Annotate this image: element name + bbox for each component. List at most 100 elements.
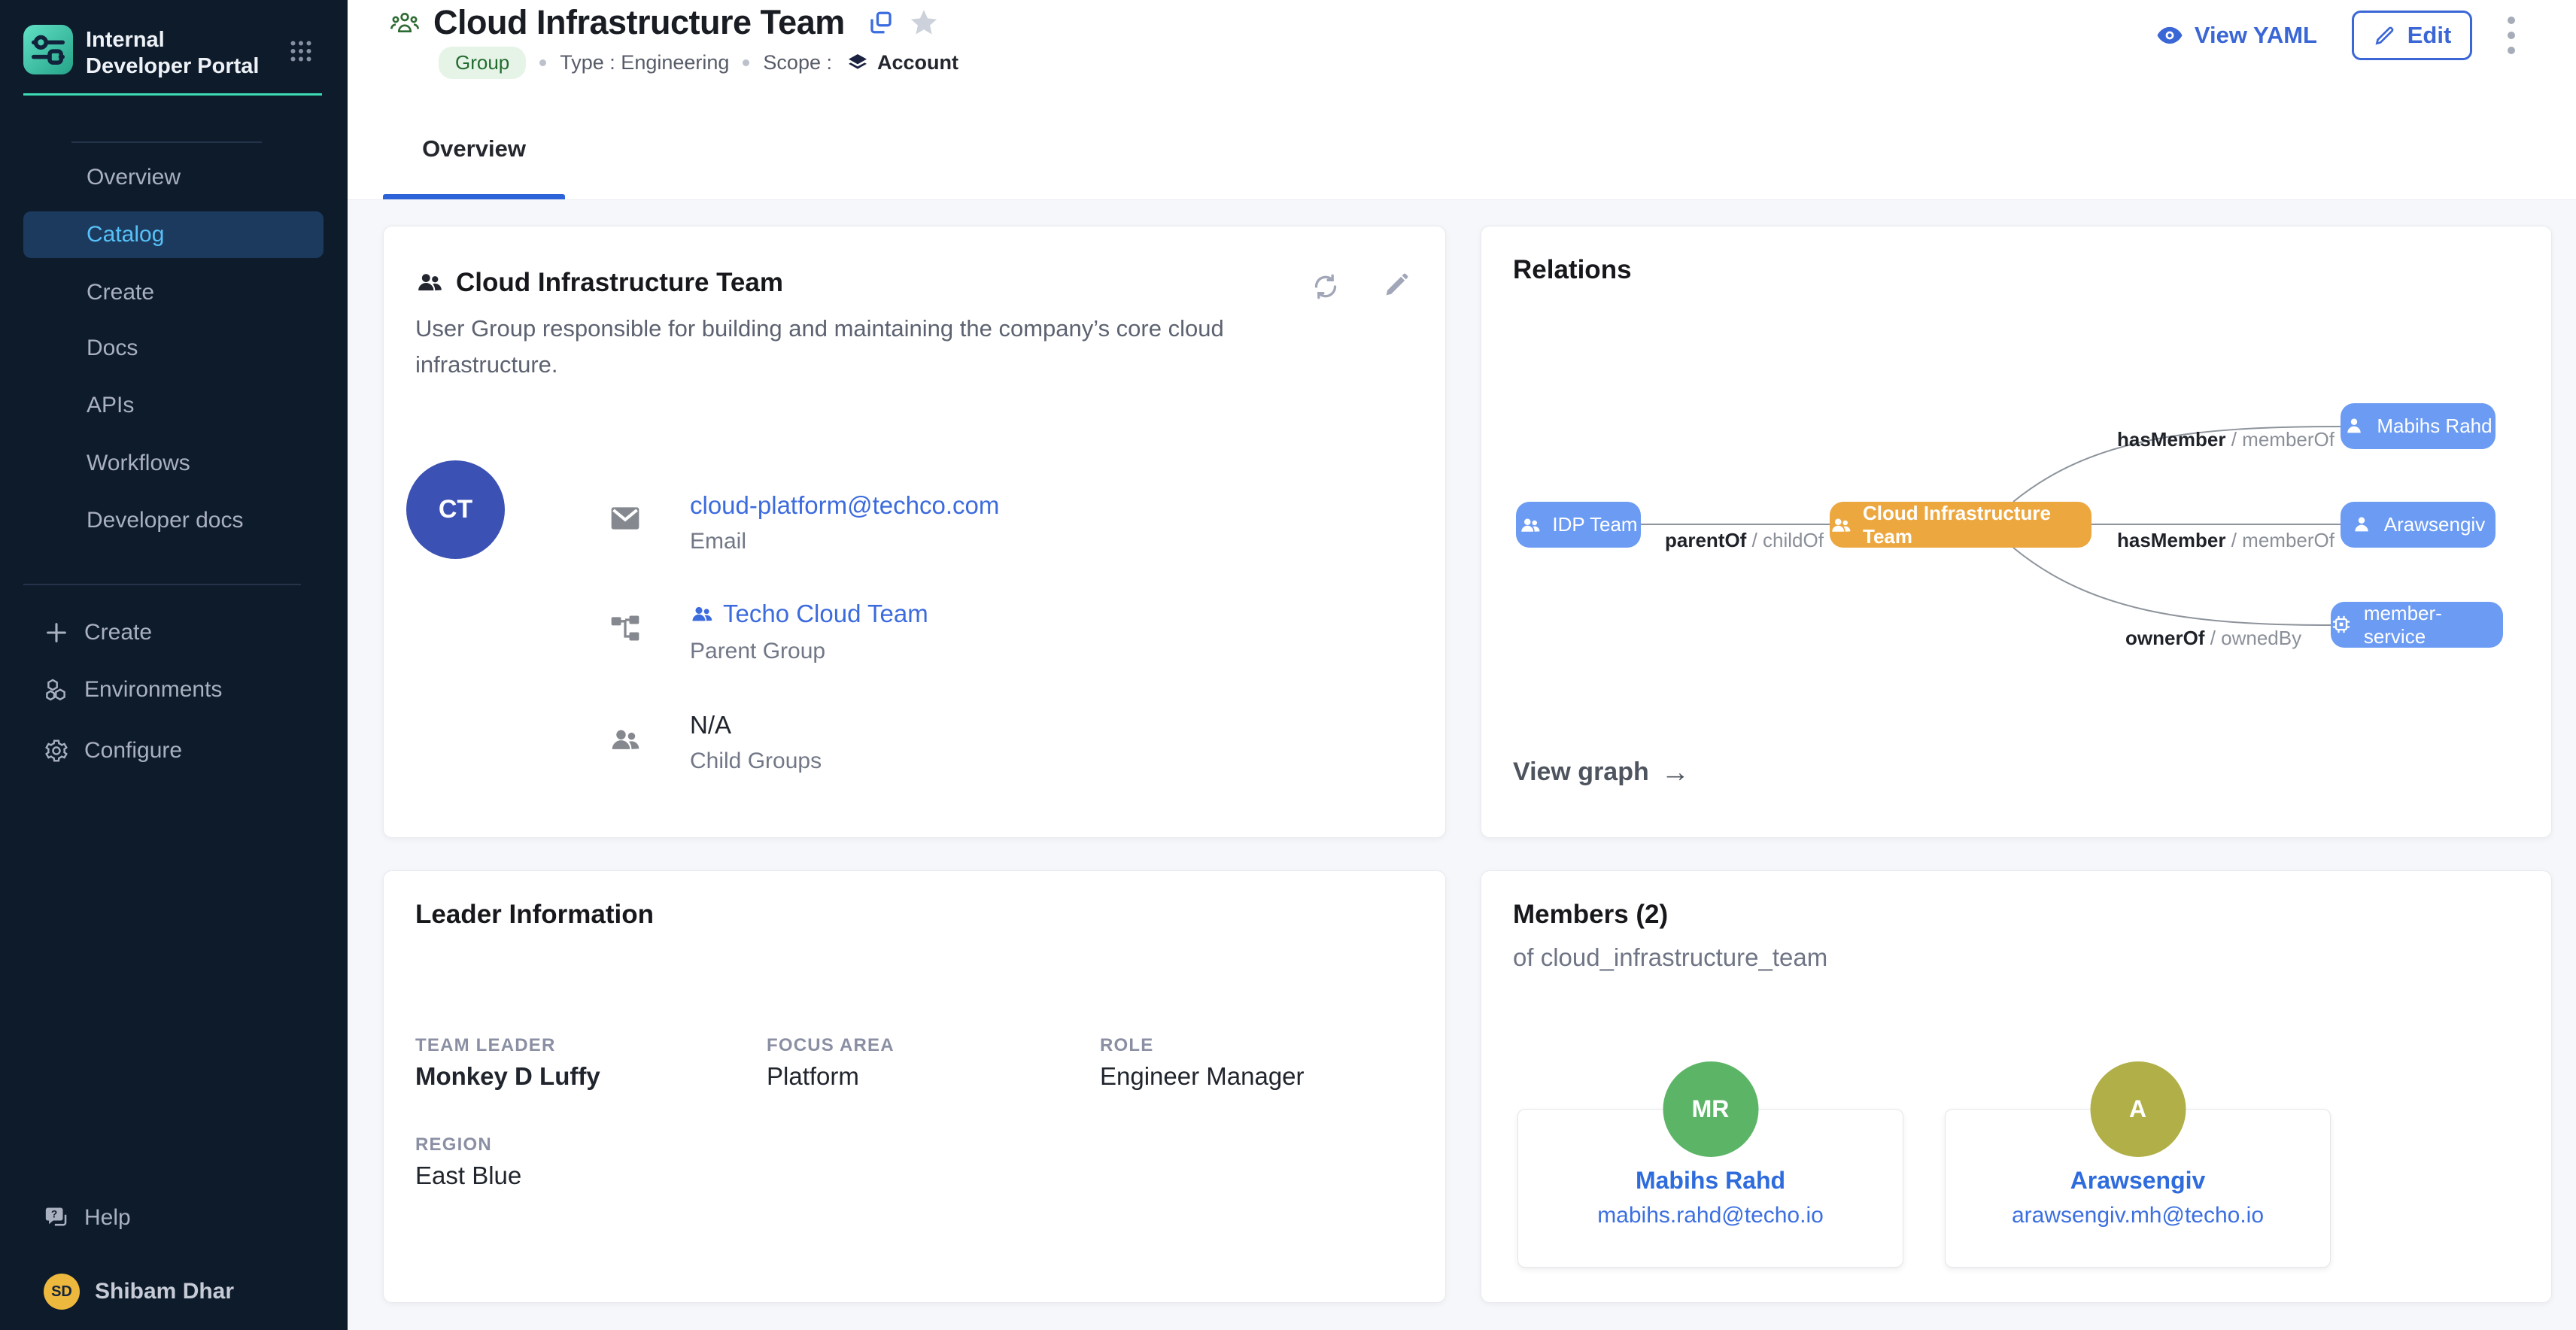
sidebar-item-apis[interactable]: APIs — [23, 382, 324, 429]
sidebar-action-label: Environments — [84, 677, 222, 703]
main-area: Cloud Infrastructure Team Group Type : E… — [348, 0, 2576, 1330]
content-area: Cloud Infrastructure Team User Group res… — [348, 200, 2576, 1330]
node-label: IDP Team — [1552, 513, 1637, 536]
group-avatar: CT — [406, 460, 505, 559]
email-label: Email — [690, 529, 746, 554]
members-card: Members (2) of cloud_infrastructure_team… — [1481, 870, 2552, 1303]
layers-icon — [846, 51, 870, 75]
edge-label-hasmember-1: hasMember / memberOf — [2117, 428, 2334, 451]
sidebar-item-catalog[interactable]: Catalog — [23, 211, 324, 258]
kind-badge: Group — [439, 47, 526, 79]
app-title: Internal Developer Portal — [86, 27, 274, 80]
child-groups-value: N/A — [690, 711, 731, 739]
user-menu[interactable]: SD Shibam Dhar — [23, 1268, 324, 1315]
member-email-link[interactable]: arawsengiv.mh@techo.io — [1946, 1203, 2330, 1228]
sidebar-item-overview[interactable]: Overview — [23, 154, 324, 201]
app-logo-icon[interactable] — [23, 25, 73, 74]
arrow-right-icon: → — [1661, 758, 1690, 787]
badge-row: Group Type : Engineering Scope : Account — [439, 47, 958, 79]
group-overview-card: Cloud Infrastructure Team User Group res… — [383, 226, 1446, 838]
graph-node-idp-team[interactable]: IDP Team — [1516, 502, 1641, 548]
field-label-team-leader: TEAM LEADER — [415, 1035, 556, 1056]
sidebar-item-label: Workflows — [87, 451, 190, 476]
edge-forward: parentOf — [1665, 529, 1746, 551]
person-icon — [2351, 514, 2374, 536]
dot-separator — [539, 59, 546, 66]
hexagons-icon — [44, 677, 69, 703]
sidebar-item-label: Overview — [87, 165, 181, 190]
node-label: member-service — [2364, 602, 2503, 648]
page-header: Cloud Infrastructure Team Group Type : E… — [348, 0, 2576, 99]
edge-reverse: / childOf — [1752, 529, 1824, 551]
edge-reverse: / ownedBy — [2210, 627, 2301, 649]
sidebar-accent-rule — [23, 93, 322, 96]
header-actions: View YAML Edit — [2155, 11, 2516, 60]
member-name-link[interactable]: Mabihs Rahd — [1518, 1167, 1903, 1195]
graph-node-mabihs-rahd[interactable]: Mabihs Rahd — [2341, 403, 2496, 449]
members-subtitle: of cloud_infrastructure_team — [1513, 943, 1827, 972]
edge-label-hasmember-2: hasMember / memberOf — [2117, 529, 2334, 552]
people-icon — [1519, 514, 1542, 536]
member-tile[interactable]: MR Mabihs Rahd mabihs.rahd@techo.io — [1517, 1109, 1903, 1268]
group-description: User Group responsible for building and … — [415, 311, 1265, 383]
field-label-region: REGION — [415, 1134, 492, 1155]
type-label: Type : Engineering — [560, 51, 729, 74]
edit-button-label: Edit — [2407, 22, 2452, 49]
sidebar: Internal Developer Portal Overview Catal… — [0, 0, 348, 1330]
member-avatar: A — [2090, 1061, 2186, 1157]
view-graph-link[interactable]: View graph → — [1513, 758, 1690, 787]
people-icon — [690, 602, 714, 626]
sidebar-action-environments[interactable]: Environments — [23, 667, 324, 713]
parent-group-label: Parent Group — [690, 639, 825, 664]
parent-group-value: Techo Cloud Team — [723, 600, 928, 628]
app-root: Internal Developer Portal Overview Catal… — [0, 0, 2576, 1330]
group-email-link[interactable]: cloud-platform@techco.com — [690, 491, 999, 520]
more-options-kebab-icon[interactable] — [2507, 13, 2516, 58]
node-label: Cloud Infrastructure Team — [1863, 502, 2091, 548]
edit-pencil-icon[interactable] — [1381, 270, 1411, 300]
sidebar-item-create[interactable]: Create — [23, 269, 324, 316]
sidebar-action-create[interactable]: Create — [23, 609, 324, 656]
field-label-role: ROLE — [1100, 1035, 1153, 1056]
sidebar-item-developer-docs[interactable]: Developer docs — [23, 497, 324, 544]
app-switcher-grid-icon[interactable] — [287, 38, 314, 65]
dot-separator — [743, 59, 749, 66]
edge-forward: hasMember — [2117, 428, 2226, 451]
field-value-role: Engineer Manager — [1100, 1062, 1305, 1091]
graph-node-member-service[interactable]: member-service — [2331, 602, 2503, 648]
member-name-link[interactable]: Arawsengiv — [1946, 1167, 2330, 1195]
mail-icon — [609, 502, 642, 535]
sidebar-divider — [23, 584, 301, 585]
tab-overview[interactable]: Overview — [383, 99, 565, 199]
sidebar-item-workflows[interactable]: Workflows — [23, 440, 324, 487]
people-icon — [609, 723, 642, 756]
sidebar-action-configure[interactable]: Configure — [23, 727, 324, 774]
help-button[interactable]: ? Help — [23, 1195, 324, 1241]
view-yaml-button[interactable]: View YAML — [2155, 21, 2317, 50]
graph-node-cloud-infrastructure-team[interactable]: Cloud Infrastructure Team — [1830, 502, 2091, 548]
page-title: Cloud Infrastructure Team — [433, 3, 845, 42]
scope-value: Account — [846, 51, 958, 75]
node-label: Mabihs Rahd — [2377, 414, 2492, 438]
field-value-region: East Blue — [415, 1161, 521, 1190]
relations-graph: IDP Team Cloud Infrastructure Team — [1481, 226, 2553, 839]
parent-group-link[interactable]: Techo Cloud Team — [690, 600, 928, 628]
group-entity-icon — [390, 8, 420, 38]
help-chat-icon: ? — [44, 1205, 69, 1231]
node-label: Arawsengiv — [2384, 513, 2485, 536]
sidebar-item-label: Docs — [87, 336, 138, 361]
active-tab-underline — [383, 194, 565, 199]
edit-button[interactable]: Edit — [2352, 11, 2472, 60]
favorite-star-icon[interactable] — [908, 7, 940, 38]
tab-strip: Overview — [348, 99, 2576, 200]
people-icon — [415, 268, 444, 296]
copy-icon[interactable] — [867, 9, 895, 36]
member-tile[interactable]: A Arawsengiv arawsengiv.mh@techo.io — [1945, 1109, 2331, 1268]
people-icon — [1830, 514, 1852, 536]
graph-node-arawsengiv[interactable]: Arawsengiv — [2341, 502, 2496, 548]
sidebar-item-docs[interactable]: Docs — [23, 325, 324, 372]
refresh-icon[interactable] — [1311, 272, 1341, 302]
view-yaml-label: View YAML — [2195, 22, 2317, 49]
member-email-link[interactable]: mabihs.rahd@techo.io — [1518, 1203, 1903, 1228]
title-row: Cloud Infrastructure Team — [390, 3, 940, 42]
